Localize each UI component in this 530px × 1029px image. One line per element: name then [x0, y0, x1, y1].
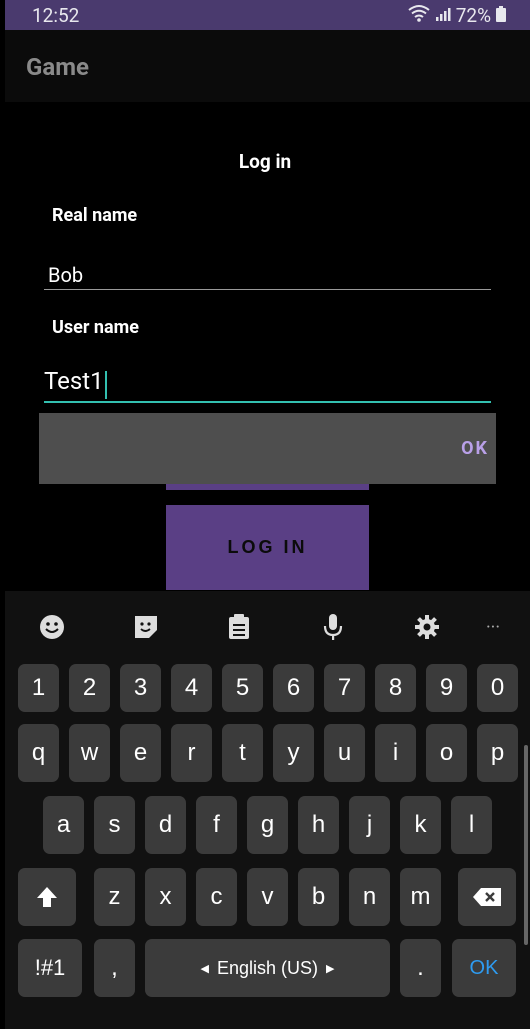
key-p[interactable]: p: [477, 724, 518, 782]
real-name-value: Bob: [48, 263, 84, 287]
period-key[interactable]: .: [400, 939, 441, 997]
key-0[interactable]: 0: [477, 664, 518, 712]
key-r[interactable]: r: [171, 724, 212, 782]
clipboard-icon[interactable]: [224, 612, 254, 642]
comma-key[interactable]: ,: [94, 939, 135, 997]
key-f[interactable]: f: [196, 796, 237, 854]
real-name-label: Real name: [52, 205, 138, 226]
arrow-right-icon: ▶: [326, 962, 335, 975]
real-name-underline: [44, 289, 491, 290]
key-z[interactable]: z: [94, 868, 135, 926]
keyboard-ok-key[interactable]: OK: [452, 939, 516, 997]
battery-percent: 72%: [455, 4, 491, 27]
key-3[interactable]: 3: [120, 664, 161, 712]
status-icons: 72%: [408, 4, 506, 27]
status-time: 12:52: [32, 4, 80, 27]
key-n[interactable]: n: [349, 868, 390, 926]
key-d[interactable]: d: [145, 796, 186, 854]
shift-arrow-icon: [37, 887, 57, 907]
key-2[interactable]: 2: [69, 664, 110, 712]
login-button[interactable]: LOG IN: [166, 505, 369, 590]
key-x[interactable]: x: [145, 868, 186, 926]
space-key-label: English (US): [216, 957, 319, 978]
user-name-field[interactable]: Test1: [44, 367, 491, 399]
microphone-icon[interactable]: [318, 612, 348, 642]
arrow-left-icon: ◀: [200, 962, 209, 975]
more-options-icon[interactable]: ···: [478, 612, 508, 642]
key-b[interactable]: b: [298, 868, 339, 926]
scrollbar[interactable]: [524, 745, 528, 945]
key-9[interactable]: 9: [426, 664, 467, 712]
key-v[interactable]: v: [247, 868, 288, 926]
battery-icon: [496, 4, 506, 27]
key-k[interactable]: k: [400, 796, 441, 854]
dialog-panel: [39, 413, 496, 484]
key-i[interactable]: i: [375, 724, 416, 782]
key-7[interactable]: 7: [324, 664, 365, 712]
key-1[interactable]: 1: [18, 664, 59, 712]
text-caret: [104, 370, 107, 399]
key-o[interactable]: o: [426, 724, 467, 782]
user-name-value: Test1: [44, 367, 104, 395]
app-title: Game: [26, 53, 89, 81]
key-y[interactable]: y: [273, 724, 314, 782]
key-t[interactable]: t: [222, 724, 263, 782]
backspace-icon: [473, 888, 501, 906]
space-key[interactable]: ◀ English (US) ▶: [145, 939, 390, 997]
real-name-field[interactable]: Bob: [48, 263, 495, 287]
key-6[interactable]: 6: [273, 664, 314, 712]
wifi-icon: [408, 4, 430, 27]
hidden-button-edge: [166, 484, 369, 490]
signal-icon: [435, 4, 451, 27]
symbols-key[interactable]: !#1: [18, 939, 82, 997]
key-e[interactable]: e: [120, 724, 161, 782]
dialog-ok-button[interactable]: OK: [461, 438, 489, 459]
key-4[interactable]: 4: [171, 664, 212, 712]
settings-gear-icon[interactable]: [412, 612, 442, 642]
key-5[interactable]: 5: [222, 664, 263, 712]
key-a[interactable]: a: [43, 796, 84, 854]
shift-key[interactable]: [18, 868, 76, 926]
user-name-label: User name: [52, 317, 139, 338]
key-u[interactable]: u: [324, 724, 365, 782]
sticker-icon[interactable]: [131, 612, 161, 642]
key-c[interactable]: c: [196, 868, 237, 926]
key-8[interactable]: 8: [375, 664, 416, 712]
key-w[interactable]: w: [69, 724, 110, 782]
key-s[interactable]: s: [94, 796, 135, 854]
key-h[interactable]: h: [298, 796, 339, 854]
user-name-underline: [44, 401, 491, 403]
key-q[interactable]: q: [18, 724, 59, 782]
key-l[interactable]: l: [451, 796, 492, 854]
key-g[interactable]: g: [247, 796, 288, 854]
login-title: Log in: [238, 150, 292, 173]
backspace-key[interactable]: [458, 868, 516, 926]
key-j[interactable]: j: [349, 796, 390, 854]
emoji-icon[interactable]: [37, 612, 67, 642]
key-m[interactable]: m: [400, 868, 441, 926]
